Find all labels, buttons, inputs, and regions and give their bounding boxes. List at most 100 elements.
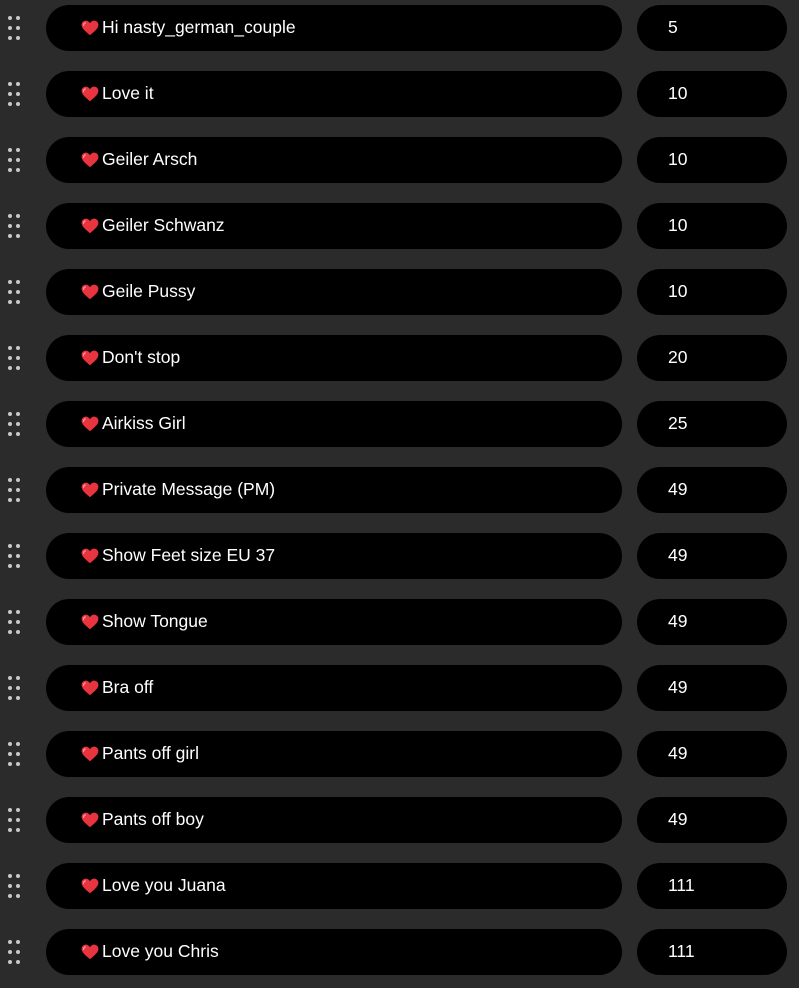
tip-menu-row-12: Pants off girl 49: [0, 731, 799, 777]
tip-name-text: Show Feet size EU 37: [102, 545, 276, 566]
tip-menu-row-2: Love it 10: [0, 71, 799, 117]
tip-name-text: Don't stop: [102, 347, 181, 368]
heart-icon: [81, 416, 99, 432]
heart-icon: [81, 878, 99, 894]
tip-name-text: Show Tongue: [102, 611, 208, 632]
tip-name-field[interactable]: Show Tongue: [46, 599, 622, 645]
tip-name-text: Geile Pussy: [102, 281, 196, 302]
drag-handle-icon[interactable]: [6, 674, 22, 702]
heart-icon: [81, 680, 99, 696]
tip-name-field[interactable]: Love you Juana: [46, 863, 622, 909]
tip-name-text: Geiler Arsch: [102, 149, 198, 170]
drag-handle-icon[interactable]: [6, 278, 22, 306]
heart-icon: [81, 614, 99, 630]
tip-name-text: Pants off girl: [102, 743, 199, 764]
tip-menu-row-3: Geiler Arsch 10: [0, 137, 799, 183]
tip-name-text: Hi nasty_german_couple: [102, 17, 296, 38]
heart-icon: [81, 482, 99, 498]
tip-menu-row-9: Show Feet size EU 37 49: [0, 533, 799, 579]
drag-handle-icon[interactable]: [6, 608, 22, 636]
tip-name-field[interactable]: Airkiss Girl: [46, 401, 622, 447]
tip-name-text: Geiler Schwanz: [102, 215, 225, 236]
tip-name-field[interactable]: Pants off girl: [46, 731, 622, 777]
drag-handle-icon[interactable]: [6, 476, 22, 504]
tip-price-text: 5: [668, 17, 678, 38]
heart-icon: [81, 218, 99, 234]
tip-price-text: 25: [668, 413, 688, 434]
tip-price-field[interactable]: 10: [637, 269, 787, 315]
tip-name-field[interactable]: Don't stop: [46, 335, 622, 381]
tip-name-field[interactable]: Pants off boy: [46, 797, 622, 843]
tip-menu-row-7: Airkiss Girl 25: [0, 401, 799, 447]
tip-price-text: 10: [668, 149, 688, 170]
tip-menu-row-10: Show Tongue 49: [0, 599, 799, 645]
tip-price-field[interactable]: 10: [637, 203, 787, 249]
tip-price-field[interactable]: 49: [637, 797, 787, 843]
tip-price-text: 111: [668, 941, 695, 962]
tip-menu-row-14: Love you Juana 111: [0, 863, 799, 909]
tip-name-text: Love it: [102, 83, 154, 104]
tip-price-text: 49: [668, 545, 688, 566]
heart-icon: [81, 86, 99, 102]
tip-price-field[interactable]: 25: [637, 401, 787, 447]
heart-icon: [81, 548, 99, 564]
drag-handle-icon[interactable]: [6, 542, 22, 570]
tip-price-text: 49: [668, 677, 688, 698]
tip-price-field[interactable]: 49: [637, 665, 787, 711]
tip-name-text: Bra off: [102, 677, 154, 698]
tip-price-field[interactable]: 10: [637, 71, 787, 117]
tip-price-field[interactable]: 49: [637, 731, 787, 777]
drag-handle-icon[interactable]: [6, 146, 22, 174]
tip-name-field[interactable]: Hi nasty_german_couple: [46, 5, 622, 51]
drag-handle-icon[interactable]: [6, 410, 22, 438]
tip-price-field[interactable]: 111: [637, 929, 787, 975]
tip-name-text: Airkiss Girl: [102, 413, 186, 434]
tip-price-field[interactable]: 111: [637, 863, 787, 909]
tip-price-text: 10: [668, 281, 688, 302]
drag-handle-icon[interactable]: [6, 14, 22, 42]
tip-name-field[interactable]: Show Feet size EU 37: [46, 533, 622, 579]
heart-icon: [81, 944, 99, 960]
tip-price-text: 49: [668, 479, 688, 500]
tip-price-field[interactable]: 10: [637, 137, 787, 183]
tip-name-field[interactable]: Love it: [46, 71, 622, 117]
drag-handle-icon[interactable]: [6, 212, 22, 240]
tip-price-field[interactable]: 49: [637, 599, 787, 645]
tip-menu-row-8: Private Message (PM) 49: [0, 467, 799, 513]
tip-menu-row-15: Love you Chris 111: [0, 929, 799, 975]
tip-price-field[interactable]: 49: [637, 533, 787, 579]
drag-handle-icon[interactable]: [6, 938, 22, 966]
tip-price-text: 49: [668, 611, 688, 632]
tip-menu-row-5: Geile Pussy 10: [0, 269, 799, 315]
tip-name-text: Pants off boy: [102, 809, 204, 830]
drag-handle-icon[interactable]: [6, 80, 22, 108]
tip-price-text: 49: [668, 809, 688, 830]
heart-icon: [81, 152, 99, 168]
heart-icon: [81, 746, 99, 762]
drag-handle-icon[interactable]: [6, 806, 22, 834]
tip-menu-row-6: Don't stop 20: [0, 335, 799, 381]
tip-price-field[interactable]: 5: [637, 5, 787, 51]
tip-name-field[interactable]: Private Message (PM): [46, 467, 622, 513]
heart-icon: [81, 812, 99, 828]
tip-menu-row-1: Hi nasty_german_couple 5: [0, 5, 799, 51]
tip-name-field[interactable]: Love you Chris: [46, 929, 622, 975]
tip-price-field[interactable]: 49: [637, 467, 787, 513]
drag-handle-icon[interactable]: [6, 740, 22, 768]
heart-icon: [81, 350, 99, 366]
tip-price-text: 49: [668, 743, 688, 764]
tip-menu-row-11: Bra off 49: [0, 665, 799, 711]
tip-name-field[interactable]: Geiler Schwanz: [46, 203, 622, 249]
tip-price-text: 10: [668, 215, 688, 236]
tip-name-field[interactable]: Bra off: [46, 665, 622, 711]
tip-name-text: Love you Chris: [102, 941, 219, 962]
tip-name-text: Private Message (PM): [102, 479, 276, 500]
drag-handle-icon[interactable]: [6, 344, 22, 372]
drag-handle-icon[interactable]: [6, 872, 22, 900]
tip-name-field[interactable]: Geile Pussy: [46, 269, 622, 315]
tip-name-text: Love you Juana: [102, 875, 226, 896]
tip-name-field[interactable]: Geiler Arsch: [46, 137, 622, 183]
tip-price-text: 10: [668, 83, 688, 104]
tip-menu-row-13: Pants off boy 49: [0, 797, 799, 843]
tip-price-field[interactable]: 20: [637, 335, 787, 381]
